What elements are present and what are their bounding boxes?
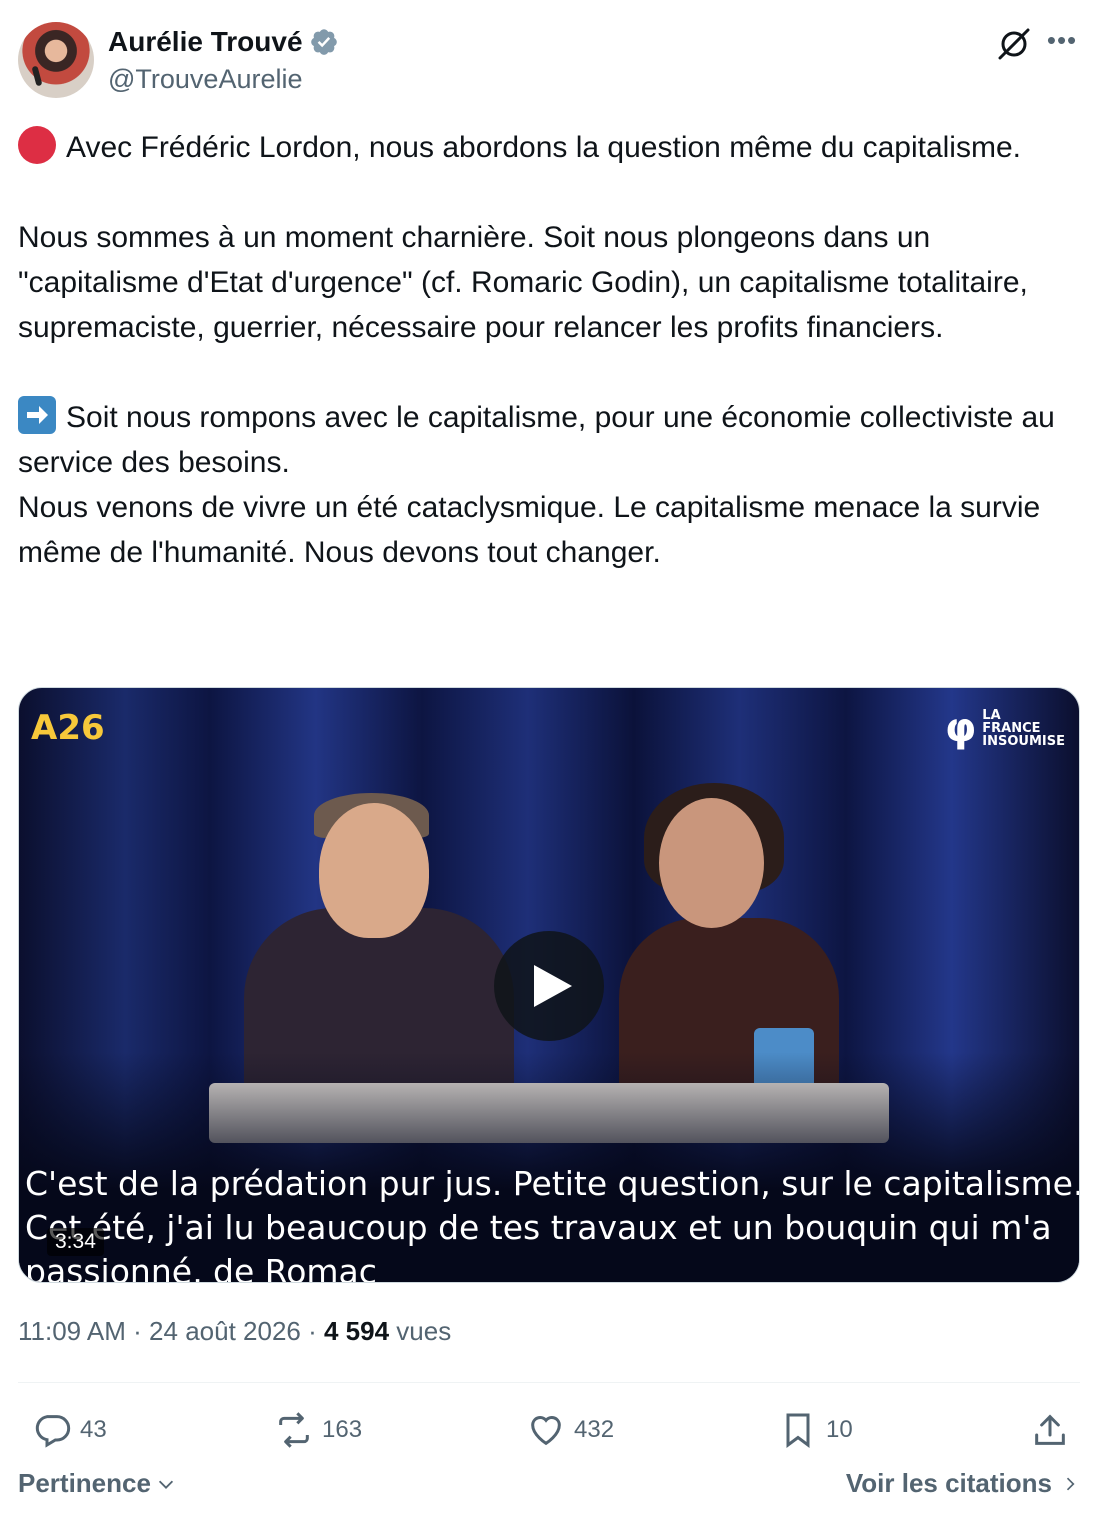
lfi-logo: φ LA FRANCE INSOUMISE bbox=[945, 708, 1065, 748]
heart-icon bbox=[531, 1416, 561, 1446]
tweet-header: Aurélie Trouvé @TrouveAurelie ••• bbox=[18, 22, 1080, 102]
subtitle-line: passionné, de Romac bbox=[25, 1252, 377, 1283]
separator: · bbox=[125, 1316, 150, 1346]
lfi-logo-line: INSOUMISE bbox=[982, 733, 1065, 749]
grok-icon[interactable] bbox=[996, 26, 1032, 62]
right-arrow-icon bbox=[18, 396, 56, 434]
bookmark-button[interactable]: 10 bbox=[778, 1402, 853, 1458]
verified-badge-icon bbox=[310, 29, 337, 55]
chevron-right-icon bbox=[1066, 1477, 1075, 1490]
tweet-time[interactable]: 11:09 AM bbox=[18, 1316, 126, 1346]
subtitle-line: C'est de la prédation pur jus. Petite qu… bbox=[25, 1164, 1080, 1203]
share-button[interactable] bbox=[1030, 1402, 1070, 1458]
avatar[interactable] bbox=[18, 22, 94, 98]
lfi-logo-symbol: φ bbox=[944, 705, 977, 751]
separator: · bbox=[300, 1316, 324, 1346]
repost-icon bbox=[279, 1412, 309, 1448]
tweet-text-p1: Avec Frédéric Lordon, nous abordons la q… bbox=[66, 131, 1021, 164]
video-scene bbox=[659, 798, 764, 928]
views-label: vues bbox=[396, 1316, 452, 1346]
action-bar: 43 163 432 10 bbox=[18, 1402, 1080, 1458]
reply-button[interactable]: 43 bbox=[32, 1402, 107, 1458]
play-button[interactable] bbox=[494, 931, 604, 1041]
video-scene bbox=[319, 803, 429, 938]
bookmark-count: 10 bbox=[826, 1416, 853, 1443]
tweet-text: Avec Frédéric Lordon, nous abordons la q… bbox=[18, 125, 1080, 575]
video-duration: 3:34 bbox=[47, 1228, 104, 1256]
tweet-paragraph-3: Soit nous rompons avec le capitalisme, p… bbox=[18, 395, 1080, 485]
more-options-icon[interactable]: ••• bbox=[1044, 27, 1080, 58]
play-icon bbox=[534, 965, 572, 1007]
tweet-meta: 11:09 AM · 24 août 2026 · 4 594 vues bbox=[18, 1316, 451, 1347]
bookmark-icon bbox=[786, 1413, 810, 1448]
reply-icon bbox=[35, 1415, 71, 1448]
repost-count: 163 bbox=[322, 1416, 363, 1443]
video-subtitles: C'est de la prédation pur jus. Petite qu… bbox=[25, 1162, 1080, 1283]
tweet-date[interactable]: 24 août 2026 bbox=[149, 1316, 301, 1346]
tweet-text-p3: Soit nous rompons avec le capitalisme, p… bbox=[18, 401, 1064, 479]
tweet-paragraph-2: Nous sommes à un moment charnière. Soit … bbox=[18, 221, 1037, 344]
like-count: 432 bbox=[574, 1416, 615, 1443]
author-name[interactable]: Aurélie Trouvé bbox=[108, 26, 303, 58]
a26-logo: A26 bbox=[31, 708, 105, 748]
like-button[interactable]: 432 bbox=[526, 1402, 614, 1458]
view-quotes-label: Voir les citations bbox=[845, 1468, 1052, 1498]
repost-button[interactable]: 163 bbox=[274, 1402, 362, 1458]
replies-footer: Pertinence Voir les citations bbox=[18, 1468, 1080, 1508]
author-name-wrap[interactable]: Aurélie Trouvé bbox=[108, 26, 339, 58]
sort-dropdown[interactable]: Pertinence bbox=[18, 1468, 177, 1499]
view-quotes-link[interactable]: Voir les citations bbox=[846, 1468, 1080, 1499]
views-count: 4 594 bbox=[323, 1316, 390, 1346]
author-info: Aurélie Trouvé bbox=[108, 26, 339, 58]
video-player[interactable]: A26 φ LA FRANCE INSOUMISE C'est de la pr… bbox=[18, 687, 1080, 1283]
lfi-logo-text: LA FRANCE INSOUMISE bbox=[982, 709, 1065, 748]
reply-count: 43 bbox=[80, 1416, 107, 1443]
subtitle-line: Cet été, j'ai lu beaucoup de tes travaux… bbox=[25, 1208, 1052, 1247]
sort-label: Pertinence bbox=[18, 1468, 151, 1498]
author-handle[interactable]: @TrouveAurelie bbox=[108, 64, 302, 95]
tweet-paragraph-4: Nous venons de vivre un été cataclysmiqu… bbox=[18, 491, 1049, 569]
share-icon bbox=[1035, 1414, 1065, 1445]
chevron-down-icon bbox=[158, 1480, 174, 1489]
red-circle-icon bbox=[18, 126, 56, 164]
tweet-paragraph-1: Avec Frédéric Lordon, nous abordons la q… bbox=[18, 125, 1080, 170]
divider bbox=[18, 1382, 1080, 1383]
